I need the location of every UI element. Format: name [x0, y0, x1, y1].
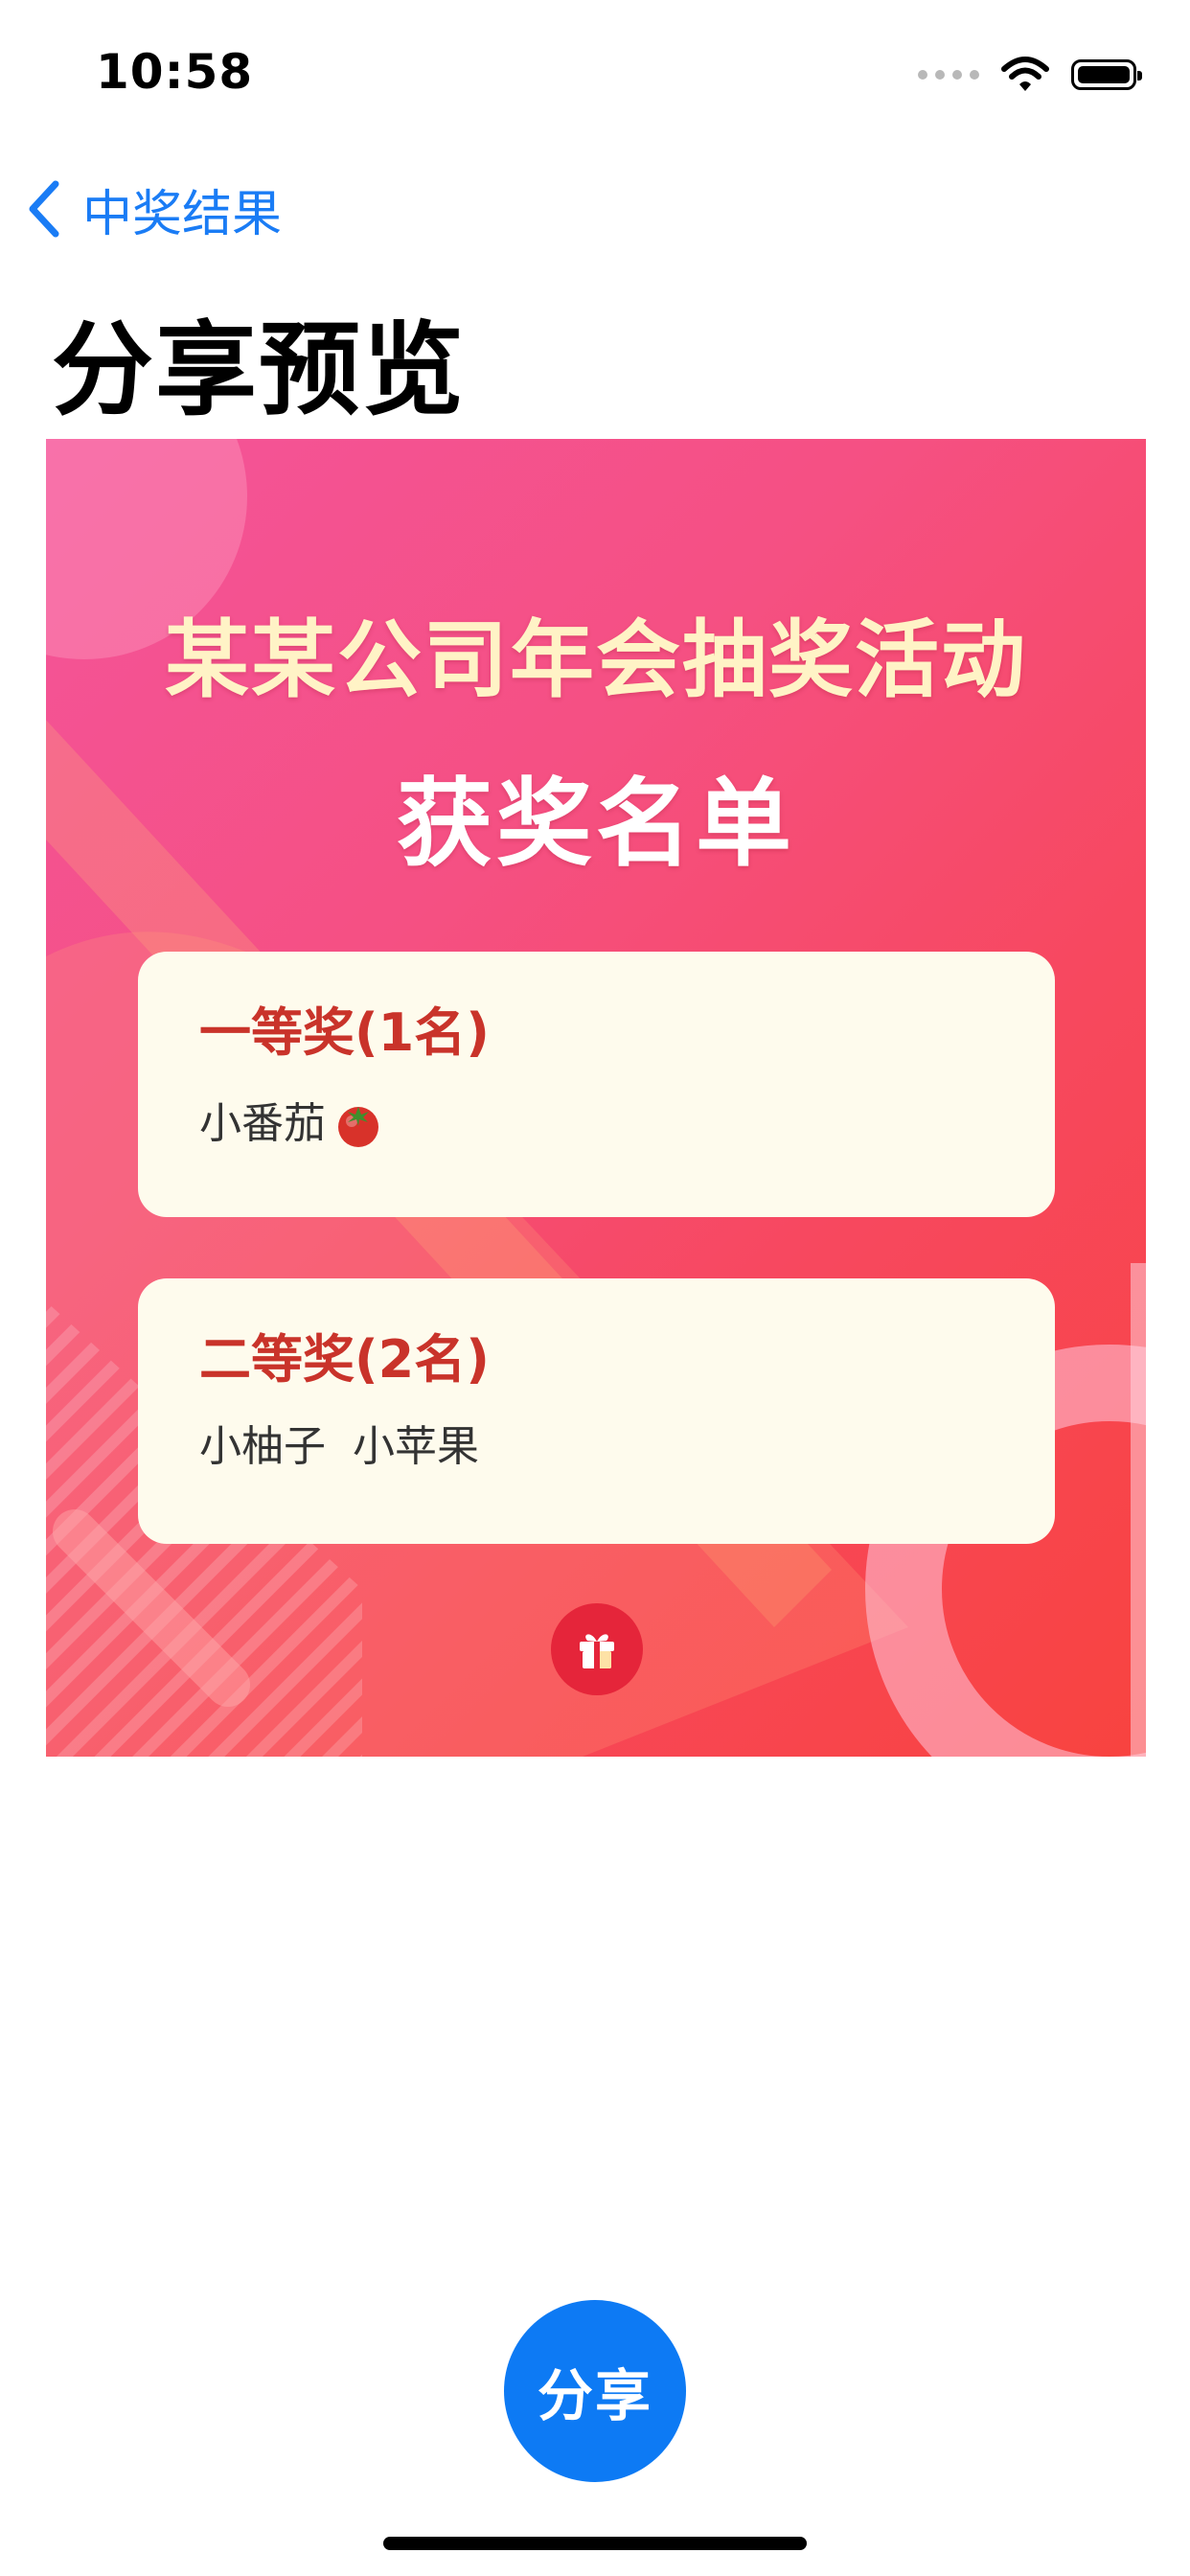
poster-subtitle: 获奖名单 — [397, 768, 795, 880]
winner-names: 小柚子 小苹果 — [199, 1422, 479, 1471]
signal-dots-icon — [918, 70, 979, 80]
prize-name: 二等奖(2名) — [199, 1329, 490, 1390]
back-button[interactable]: 中奖结果 — [25, 171, 282, 247]
chevron-left-icon — [29, 180, 59, 238]
share-poster: 某某公司年会抽奖活动 获奖名单 一等奖(1名) 小番茄 二等奖(2名) 小柚子 … — [46, 439, 1146, 1757]
prize-winners: 小番茄 — [199, 1099, 1055, 1149]
poster-title: 某某公司年会抽奖活动 — [164, 610, 1027, 709]
share-button[interactable]: 分享 — [504, 2300, 686, 2482]
wifi-icon — [1001, 57, 1049, 91]
battery-icon — [1071, 59, 1142, 90]
winner-names: 小番茄 — [199, 1099, 326, 1148]
page-title: 分享预览 — [52, 311, 466, 429]
prize-card-first: 一等奖(1名) 小番茄 — [138, 952, 1055, 1217]
prize-card-second: 二等奖(2名) 小柚子 小苹果 — [138, 1278, 1055, 1544]
gift-icon — [580, 1634, 614, 1668]
status-bar: 10:58 — [0, 0, 1190, 144]
prize-winners: 小柚子 小苹果 — [199, 1426, 1055, 1468]
home-indicator — [383, 2537, 807, 2550]
gift-badge — [551, 1603, 643, 1695]
prize-name: 一等奖(1名) — [199, 1002, 490, 1063]
back-button-label: 中奖结果 — [82, 185, 283, 243]
tomato-icon — [338, 1107, 378, 1147]
status-time: 10:58 — [96, 44, 254, 100]
status-icons — [918, 56, 1142, 94]
